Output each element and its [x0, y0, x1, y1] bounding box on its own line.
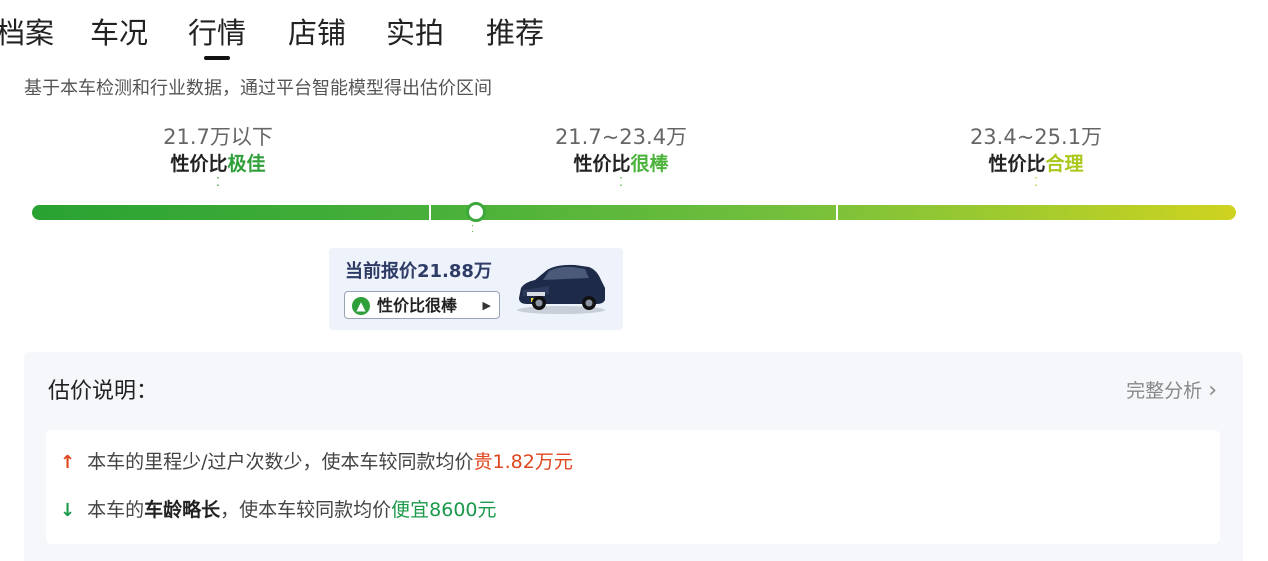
reason-prefix: 本车的	[87, 451, 145, 473]
range-great: 21.7~23.4万 性价比很棒 ⁚	[491, 122, 751, 188]
tab-photos[interactable]: 实拍	[386, 10, 444, 56]
tab-store[interactable]: 店铺	[288, 10, 346, 56]
reason-item: ↑ 本车的里程少/过户次数少，使本车较同款均价贵1.82万元	[60, 448, 573, 477]
explanation-title: 估价说明：	[48, 379, 159, 404]
reason-result: 贵1.82万元	[473, 451, 573, 473]
current-price-marker	[466, 202, 486, 222]
current-price-text: 当前报价21.88万	[345, 261, 492, 282]
car-image	[517, 264, 605, 314]
reason-factor: 里程少/过户次数少	[144, 451, 303, 473]
tab-market[interactable]: 行情	[188, 10, 247, 60]
range-label: 性价比很棒	[491, 152, 751, 176]
valuation-subtitle: 基于本车检测和行业数据，通过平台智能模型得出估价区间	[24, 78, 492, 99]
range-dots: ⁚	[216, 175, 220, 189]
range-price: 21.7万以下	[163, 125, 273, 149]
range-grade: 极佳	[227, 153, 266, 175]
valuation-explanation-panel: 估价说明： 完整分析 › ↑ 本车的里程少/过户次数少，使本车较同款均价贵1.82万…	[24, 352, 1243, 561]
range-price: 21.7~23.4万	[554, 125, 688, 149]
triangle-right-icon: ▶	[482, 299, 491, 312]
range-dots: ⁚	[619, 175, 623, 189]
reason-list: ↑ 本车的里程少/过户次数少，使本车较同款均价贵1.82万元 ↓ 本车的车龄略长，使…	[46, 430, 1220, 544]
range-label: 性价比极佳	[88, 152, 348, 176]
tab-archive[interactable]: 档案	[0, 10, 54, 56]
range-excellent: 21.7万以下 性价比极佳 ⁚	[88, 122, 348, 188]
tab-condition[interactable]: 车况	[90, 10, 148, 56]
chevron-right-icon: ›	[1208, 378, 1217, 403]
active-tab-underline	[204, 56, 230, 60]
range-grade: 合理	[1045, 153, 1084, 175]
tab-recommend[interactable]: 推荐	[486, 10, 544, 56]
arrow-down-icon: ↓	[60, 500, 76, 521]
reason-middle: ，使本车较同款均价	[302, 451, 474, 473]
full-analysis-label: 完整分析	[1126, 380, 1203, 402]
arrow-up-circle-icon: ▲	[352, 297, 370, 315]
tab-market-label: 行情	[188, 16, 247, 50]
reason-prefix: 本车的	[87, 499, 145, 521]
marker-connector: ⁚	[471, 224, 475, 235]
value-grade-chip[interactable]: ▲ 性价比很棒 ▶	[344, 291, 500, 319]
bar-divider	[836, 205, 838, 220]
value-grade-text: 性价比很棒	[377, 296, 458, 315]
range-label: 性价比合理	[906, 152, 1166, 176]
price-range-bar	[32, 205, 1236, 220]
range-label-prefix: 性价比	[573, 153, 631, 175]
range-grade: 很棒	[630, 153, 669, 175]
current-price-card[interactable]: 当前报价21.88万 ▲ 性价比很棒 ▶	[329, 248, 623, 330]
reason-result: 便宜8600元	[391, 499, 497, 521]
range-label-prefix: 性价比	[988, 153, 1046, 175]
range-reasonable: 23.4~25.1万 性价比合理 ⁚	[906, 122, 1166, 188]
range-dots: ⁚	[1034, 175, 1038, 189]
reason-middle: ，使本车较同款均价	[220, 499, 392, 521]
range-label-prefix: 性价比	[170, 153, 228, 175]
arrow-up-icon: ↑	[60, 452, 76, 473]
bar-divider	[429, 205, 431, 220]
reason-item: ↓ 本车的车龄略长，使本车较同款均价便宜8600元	[60, 496, 497, 525]
range-price: 23.4~25.1万	[969, 125, 1103, 149]
full-analysis-link[interactable]: 完整分析 ›	[1126, 378, 1217, 404]
reason-factor: 车龄略长	[144, 499, 221, 521]
